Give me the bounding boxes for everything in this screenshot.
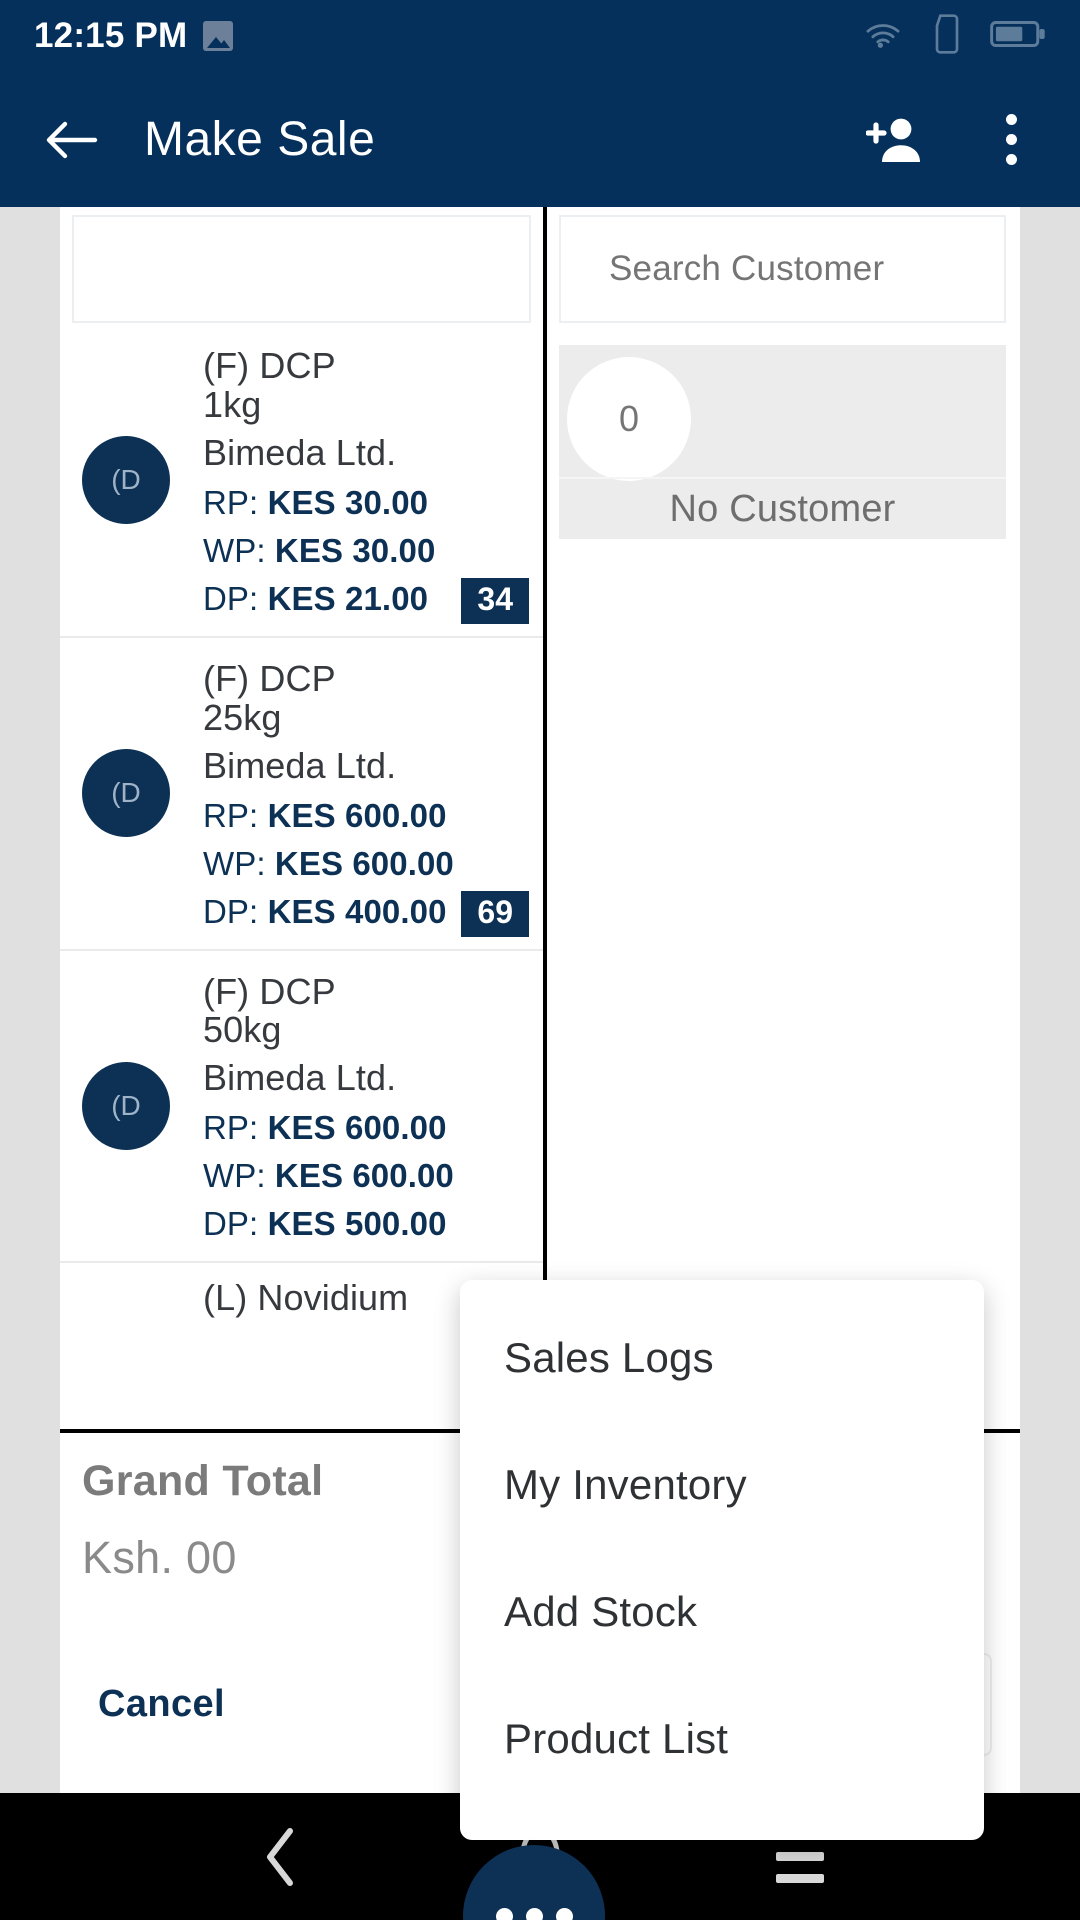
product-card[interactable]: (D (F) DCP 50kg Bimeda Ltd. RP: KES 600.… (60, 950, 543, 1264)
price-wholesale: WP: KES 600.00 (203, 1157, 533, 1195)
product-search-box[interactable] (72, 215, 543, 323)
price-wholesale: WP: KES 600.00 (203, 845, 533, 883)
price-label: RP: (203, 1109, 259, 1147)
chevron-left-icon (267, 1827, 293, 1886)
price-value: KES 500.00 (267, 1205, 447, 1243)
person-add-icon (866, 118, 920, 162)
price-label: WP: (203, 531, 266, 569)
price-label: DP: (203, 892, 259, 930)
menu-item-my-inventory[interactable]: My Inventory (460, 1421, 984, 1548)
back-button[interactable] (28, 97, 114, 183)
avatar: (D (82, 1061, 170, 1150)
more-vertical-icon (1005, 114, 1017, 165)
price-value: KES 400.00 (267, 892, 447, 930)
more-horizontal-icon (495, 1907, 513, 1920)
product-info: (F) DCP 50kg Bimeda Ltd. RP: KES 600.00 … (203, 970, 543, 1244)
quantity-badge: 34 (461, 577, 529, 624)
wifi-icon (862, 18, 904, 55)
product-panel: (D (F) DCP 1kg Bimeda Ltd. RP: KES 30.00… (60, 207, 543, 1429)
overflow-menu[interactable]: Sales Logs My Inventory Add Stock Produc… (460, 1280, 984, 1840)
sim-card-icon (932, 13, 962, 59)
product-list[interactable]: (D (F) DCP 1kg Bimeda Ltd. RP: KES 30.00… (60, 325, 543, 1429)
price-retail: RP: KES 600.00 (203, 1109, 533, 1147)
price-label: RP: (203, 483, 259, 521)
quantity-badge: 69 (461, 890, 529, 937)
customer-search-input[interactable] (609, 249, 1020, 289)
app-bar-actions (860, 105, 1046, 175)
price-retail: RP: KES 30.00 (203, 484, 533, 522)
product-card[interactable]: (D (F) DCP 25kg Bimeda Ltd. RP: KES 600.… (60, 637, 543, 951)
arrow-left-icon (46, 121, 98, 158)
cancel-button[interactable]: Cancel (88, 1667, 235, 1742)
price-value: KES 21.00 (267, 579, 429, 617)
product-name: (F) DCP 50kg (203, 970, 336, 1051)
price-retail: RP: KES 600.00 (203, 797, 533, 835)
product-supplier: Bimeda Ltd. (203, 1057, 397, 1099)
price-value: KES 600.00 (274, 844, 454, 882)
price-value: KES 600.00 (267, 796, 447, 834)
price-value: KES 600.00 (274, 1157, 454, 1195)
product-supplier: Bimeda Ltd. (203, 431, 397, 473)
price-label: WP: (203, 1157, 266, 1195)
price-label: DP: (203, 1205, 259, 1243)
price-value: KES 30.00 (267, 483, 429, 521)
panels-row: (D (F) DCP 1kg Bimeda Ltd. RP: KES 30.00… (60, 207, 1020, 1429)
price-wholesale: WP: KES 30.00 (203, 532, 533, 570)
customer-label-row: No Customer (559, 477, 1006, 539)
page-title: Make Sale (144, 113, 376, 166)
overflow-menu-button[interactable] (976, 105, 1046, 175)
price-distributor: DP: KES 500.00 (203, 1205, 533, 1243)
product-supplier: Bimeda Ltd. (203, 744, 397, 786)
price-label: DP: (203, 579, 259, 617)
avatar: (D (82, 749, 170, 838)
nav-back-button[interactable] (225, 1802, 335, 1912)
price-value: KES 600.00 (267, 1109, 447, 1147)
product-card[interactable]: (D (F) DCP 1kg Bimeda Ltd. RP: KES 30.00… (60, 325, 543, 638)
status-bar: 12:15 PM (0, 0, 1080, 72)
grand-total-label: Grand Total (82, 1457, 324, 1505)
customer-avatar: 0 (567, 357, 691, 481)
menu-item-add-stock[interactable]: Add Stock (460, 1548, 984, 1675)
battery-icon (990, 19, 1046, 54)
customer-panel: 0 No Customer (547, 207, 1020, 1429)
menu-item-sales-logs[interactable]: Sales Logs (460, 1294, 984, 1421)
selected-customer-card[interactable]: 0 No Customer (559, 345, 1006, 539)
customer-search-box[interactable] (559, 215, 1020, 323)
customer-name: No Customer (669, 487, 896, 530)
product-name: (F) DCP 1kg (203, 345, 336, 425)
phone-screen: 12:15 PM Make Sale (D (F) DCP 1kg Bimeda… (0, 0, 1080, 1920)
grand-total-value: Ksh. 00 (82, 1532, 237, 1583)
image-icon (203, 21, 234, 51)
price-value: KES 30.00 (274, 531, 436, 569)
content-area: (D (F) DCP 1kg Bimeda Ltd. RP: KES 30.00… (0, 207, 1080, 1920)
product-search-input[interactable] (122, 249, 543, 289)
price-label: WP: (203, 844, 266, 882)
price-label: RP: (203, 796, 259, 834)
product-name: (F) DCP 25kg (203, 657, 336, 738)
status-bar-right (862, 13, 1046, 59)
menu-item-product-list[interactable]: Product List (460, 1675, 984, 1802)
add-customer-button[interactable] (860, 105, 930, 175)
status-time: 12:15 PM (34, 16, 188, 55)
avatar: (D (82, 436, 170, 525)
status-bar-left: 12:15 PM (34, 16, 234, 56)
app-bar: Make Sale (0, 72, 1080, 207)
